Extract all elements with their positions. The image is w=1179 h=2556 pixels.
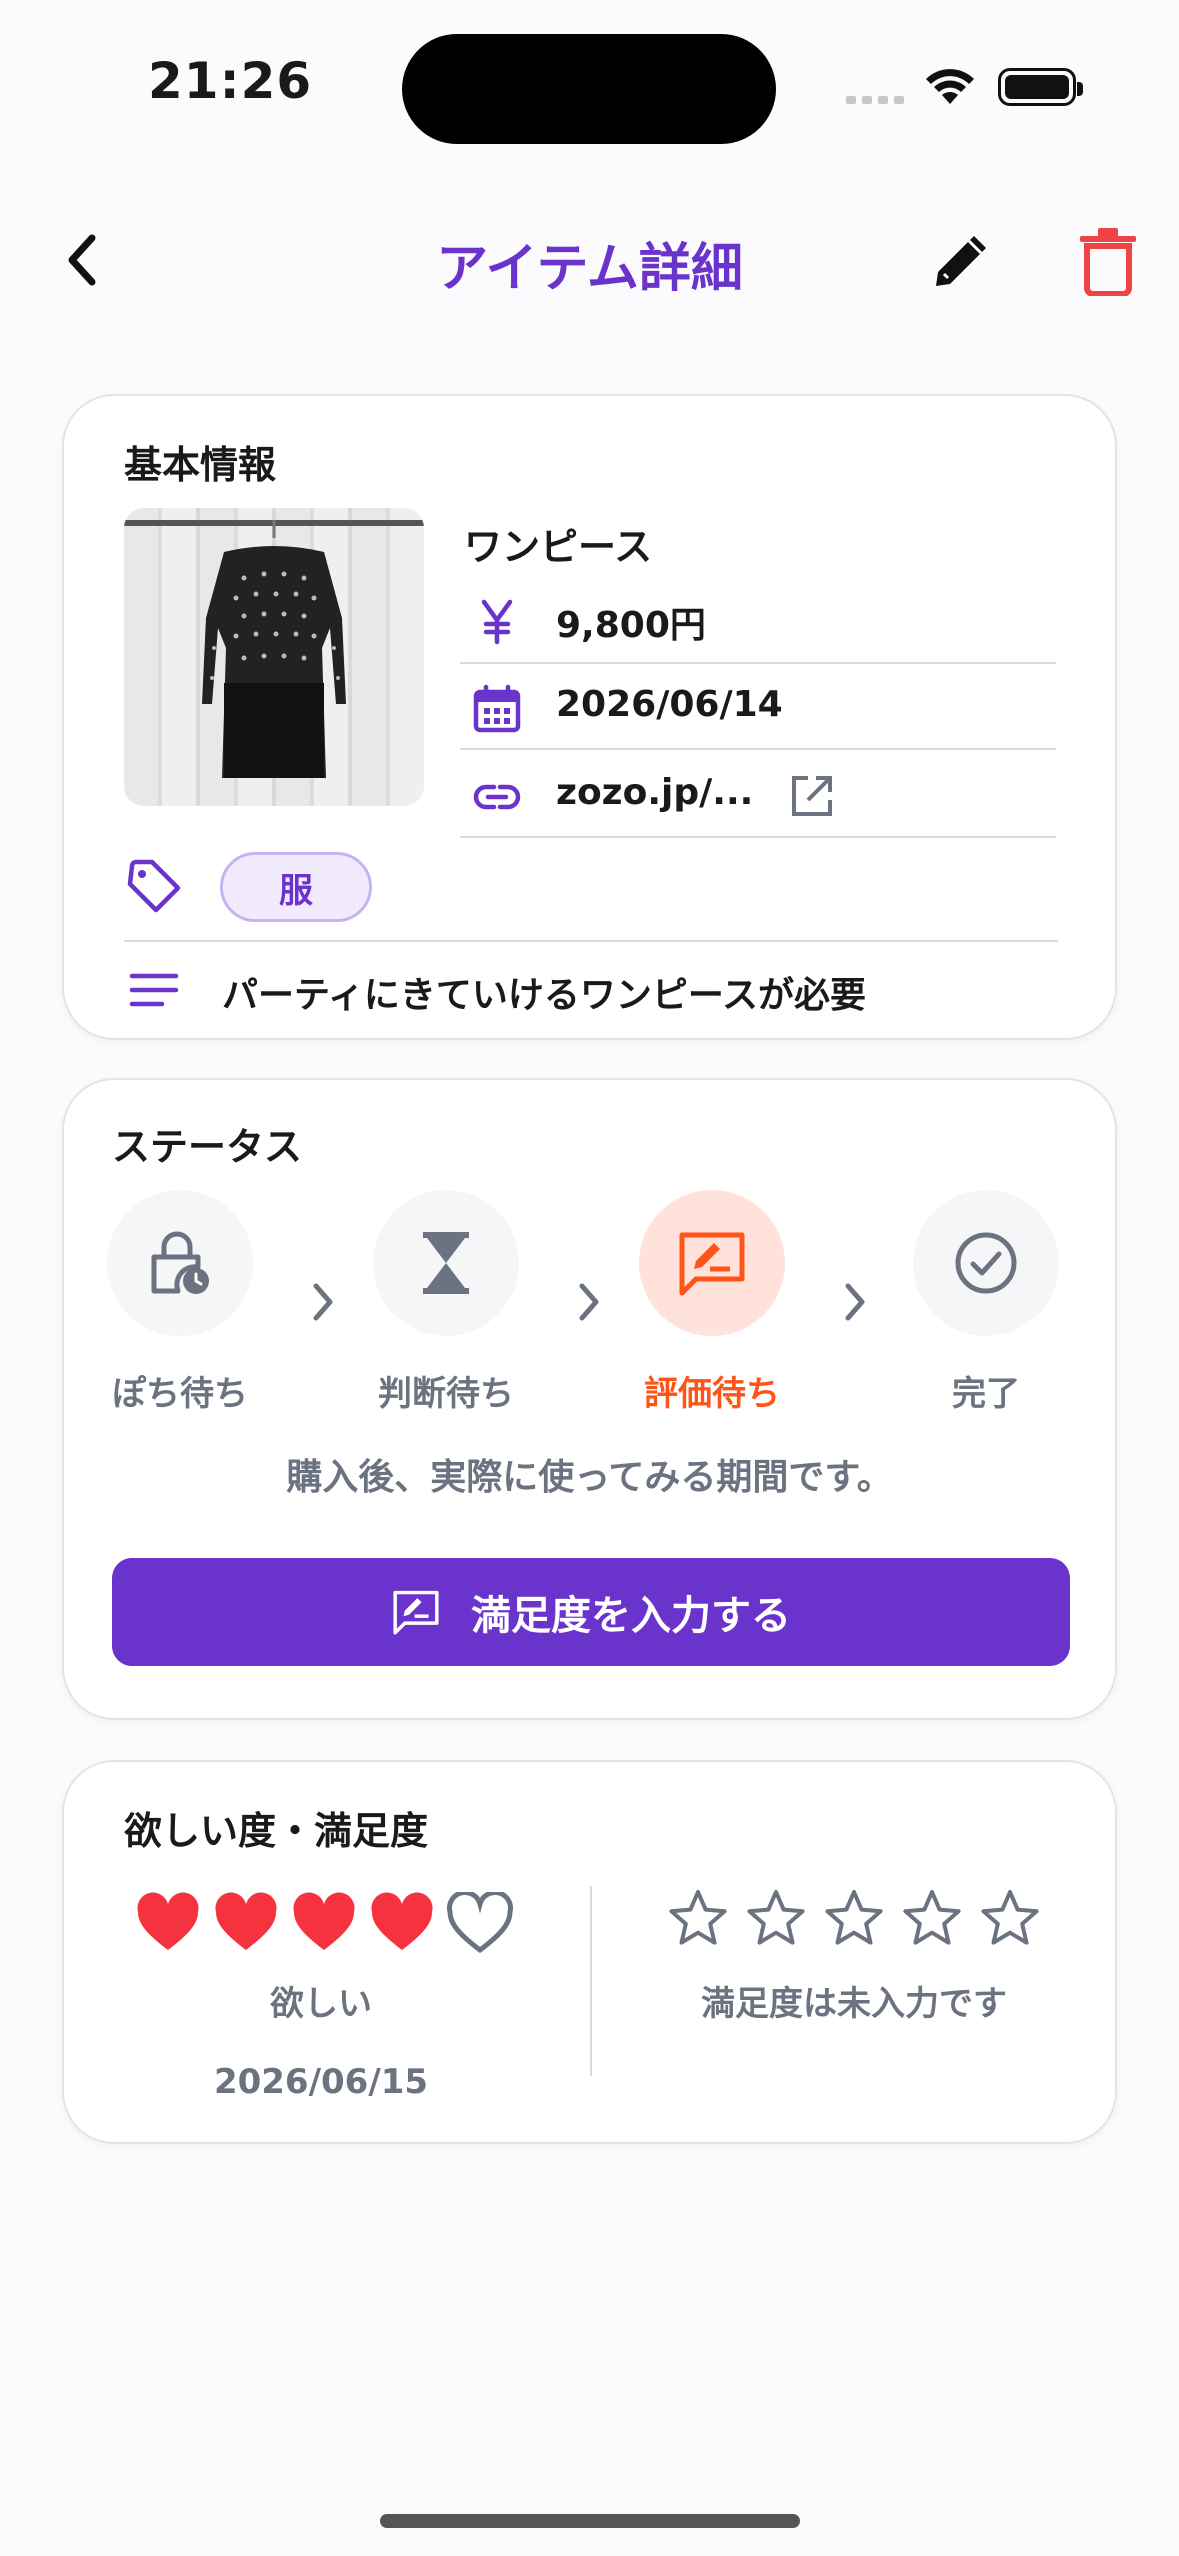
star-outline-icon[interactable]	[668, 1888, 728, 1948]
step-complete: 完了	[906, 1190, 1066, 1415]
tag-icon	[127, 859, 181, 913]
want-hearts	[134, 1892, 514, 1954]
battery-icon	[998, 68, 1083, 106]
home-indicator	[380, 2514, 800, 2528]
url-value[interactable]: zozo.jp/...	[556, 772, 753, 813]
open-external-icon[interactable]	[788, 772, 836, 820]
step-label: ぽち待ち	[112, 1374, 248, 1414]
edit-pencil-icon[interactable]	[928, 226, 996, 294]
tag-chip[interactable]: 服	[220, 852, 372, 922]
check-circle-icon	[955, 1232, 1017, 1294]
enter-satisfaction-button[interactable]: 満足度を入力する	[112, 1558, 1070, 1666]
url-row[interactable]: zozo.jp/...	[460, 752, 1056, 838]
status-card: ステータス ぽち待ち 判断待ち 評価待ち 完了 購入後、実際に使ってみる期間です…	[62, 1078, 1117, 1720]
basic-info-card: 基本情報 ワンピース 9,800円 2026/06/14 zozo.jp/...…	[62, 394, 1117, 1040]
section-title: 基本情報	[124, 443, 277, 487]
delete-trash-icon[interactable]	[1078, 228, 1138, 296]
section-title: ステータス	[112, 1125, 303, 1169]
step-pochi-waiting: ぽち待ち	[100, 1190, 260, 1415]
want-date: 2026/06/15	[213, 2062, 429, 2102]
heart-filled-icon	[215, 1892, 277, 1950]
item-note: パーティにきていけるワンピースが必要	[222, 975, 867, 1016]
cellular-signal-icon	[846, 96, 906, 104]
button-label: 満足度を入力する	[471, 1593, 791, 1639]
step-evaluation-waiting: 評価待ち	[632, 1190, 792, 1415]
step-label: 完了	[952, 1374, 1020, 1414]
step-judging: 判断待ち	[366, 1190, 526, 1415]
satisfaction-label: 満足度は未入力です	[701, 1984, 1007, 2024]
step-label: 判断待ち	[378, 1374, 514, 1414]
star-outline-icon[interactable]	[824, 1888, 884, 1948]
want-label: 欲しい	[270, 1984, 372, 2024]
date-row: 2026/06/14	[460, 664, 1056, 750]
link-icon	[473, 784, 521, 810]
dynamic-island	[402, 34, 776, 144]
item-name: ワンピース	[464, 525, 653, 569]
page-title: アイテム詳細	[436, 239, 743, 299]
status-description: 購入後、実際に使ってみる期間です。	[286, 1457, 893, 1498]
date-value: 2026/06/14	[556, 684, 783, 725]
chevron-right-icon	[845, 1283, 865, 1321]
notes-lines-icon	[129, 973, 179, 1007]
heart-filled-icon	[137, 1892, 199, 1950]
star-outline-icon[interactable]	[746, 1888, 806, 1948]
rate-review-icon	[679, 1232, 745, 1296]
hourglass-icon	[423, 1232, 469, 1294]
star-outline-icon[interactable]	[902, 1888, 962, 1948]
heart-filled-icon	[371, 1892, 433, 1950]
heart-outline-icon	[446, 1892, 514, 1954]
status-time: 21:26	[148, 52, 313, 110]
calendar-icon	[473, 684, 521, 733]
chevron-right-icon	[579, 1283, 599, 1321]
ratings-card: 欲しい度・満足度 欲しい 2026/06/15 満足度は未入力です	[62, 1760, 1117, 2144]
satisfaction-stars[interactable]	[668, 1888, 1040, 1948]
wifi-icon	[926, 69, 974, 104]
step-label: 評価待ち	[644, 1374, 780, 1414]
lock-clock-icon	[151, 1231, 209, 1294]
section-title: 欲しい度・満足度	[124, 1809, 429, 1853]
item-photo[interactable]	[124, 508, 424, 806]
chevron-right-icon	[313, 1283, 333, 1321]
rate-review-icon	[393, 1590, 439, 1635]
star-outline-icon[interactable]	[980, 1888, 1040, 1948]
heart-filled-icon	[293, 1892, 355, 1950]
